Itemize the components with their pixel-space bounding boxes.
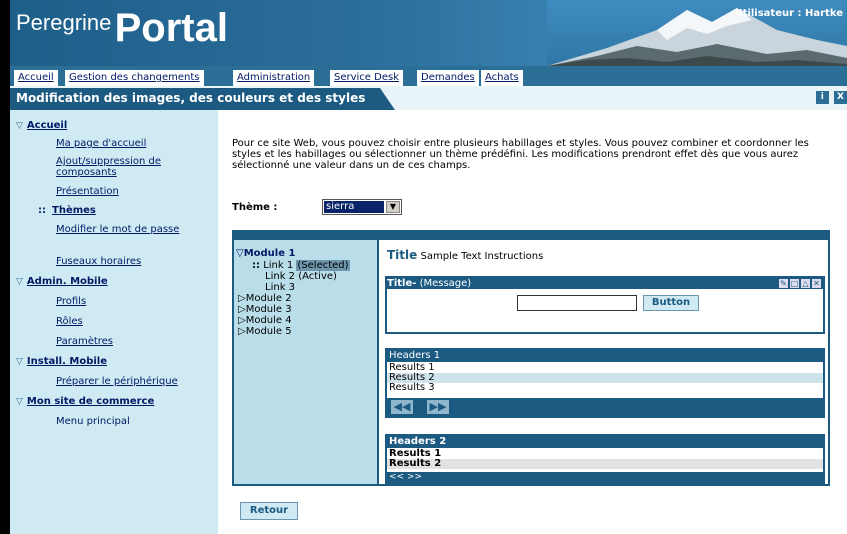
collapsed-triangle-icon: ▷: [238, 326, 246, 337]
preview-table-2: Headers 2 Results 1 Results 2 << >>: [385, 434, 825, 484]
close-icon: ✕: [812, 279, 821, 288]
logo: Peregrine Portal: [16, 6, 228, 51]
preview-link-1: :: Link 1 (Selected): [252, 260, 350, 271]
collapse-triangle-icon[interactable]: ▽: [16, 121, 23, 131]
sidebar-section-accueil[interactable]: ▽ Accueil: [16, 120, 67, 131]
table-header: Headers 2: [387, 436, 823, 448]
theme-select-value: sierra: [324, 201, 384, 213]
tab-gestion-des-changements[interactable]: Gestion des changements: [65, 70, 206, 86]
sidebar-section-install-mobile[interactable]: ▽ Install. Mobile: [16, 356, 107, 367]
sidebar-item-ma-page-accueil[interactable]: Ma page d'accueil: [56, 138, 146, 149]
preview-title: Title Sample Text Instructions: [387, 248, 544, 262]
sidebar-item-ajout-suppression[interactable]: Ajout/suppression de composants: [56, 156, 196, 178]
title-icons: i X: [814, 91, 847, 104]
sidebar-item-fuseaux-horaires[interactable]: Fuseaux horaires: [56, 256, 141, 267]
expanded-triangle-icon: ▽: [236, 248, 244, 259]
header-banner: Peregrine Portal Utilisateur : Hartke: [10, 0, 847, 66]
preview-nav: ▽Module 1 :: Link 1 (Selected) Link 2 (A…: [234, 240, 377, 484]
close-icon[interactable]: X: [834, 91, 847, 104]
tab-accueil[interactable]: Accueil: [14, 70, 60, 86]
chevron-down-icon[interactable]: ▼: [386, 201, 400, 213]
sidebar-item-profils[interactable]: Profils: [56, 296, 86, 307]
collapse-triangle-icon[interactable]: ▽: [16, 357, 23, 367]
table-nav: << >>: [387, 472, 823, 482]
tab-achats[interactable]: Achats: [481, 70, 525, 86]
sidebar-item-modifier-mot-de-passe[interactable]: Modifier le mot de passe: [56, 224, 196, 235]
table-row: Results 2: [387, 459, 823, 469]
preview-subtitle: Sample Text Instructions: [420, 251, 544, 262]
collapsed-triangle-icon: ▷: [238, 293, 246, 304]
preview-button: Button: [643, 295, 699, 311]
window-icons: ✎ □ △ ✕: [777, 278, 821, 289]
preview-message-bar: Title- (Message) ✎ □ △ ✕: [387, 278, 823, 289]
theme-preview: ▽Module 1 :: Link 1 (Selected) Link 2 (A…: [232, 230, 830, 486]
preview-link-3: Link 3: [265, 282, 296, 293]
collapse-triangle-icon[interactable]: ▽: [16, 277, 23, 287]
table-row: Results 2: [387, 373, 823, 383]
tab-bar: Accueil Gestion des changements Administ…: [10, 66, 847, 86]
preview-module-5: ▷Module 5: [238, 326, 292, 337]
sidebar-item-preparer-peripherique[interactable]: Préparer le périphérique: [56, 376, 178, 387]
intro-text: Pour ce site Web, vous pouvez choisir en…: [232, 138, 809, 171]
tab-service-desk[interactable]: Service Desk: [330, 70, 405, 86]
preview-module-1: ▽Module 1: [236, 248, 296, 259]
previous-page-icon: ◀◀: [391, 400, 413, 414]
table-header: Headers 1: [387, 350, 823, 362]
user-label: Utilisateur : Hartke: [734, 8, 843, 19]
portal-window: Peregrine Portal Utilisateur : Hartke Ac…: [10, 0, 847, 534]
selected-badge: (Selected): [296, 260, 350, 271]
theme-label: Thème :: [232, 202, 278, 213]
theme-select[interactable]: sierra ▼: [322, 199, 402, 215]
preview-table-1: Headers 1 Results 1 Results 2 Results 3 …: [385, 348, 825, 418]
collapsed-triangle-icon: ▷: [238, 315, 246, 326]
next-page-icon: ▶▶: [427, 400, 449, 414]
logo-big-text: Portal: [114, 6, 228, 50]
preview-module-3: ▷Module 3: [238, 304, 292, 315]
preview-module-4: ▷Module 4: [238, 315, 292, 326]
preview-message-box: Title- (Message) ✎ □ △ ✕ Button: [385, 276, 825, 334]
page-title: Modification des images, des couleurs et…: [16, 91, 366, 105]
tab-demandes[interactable]: Demandes: [417, 70, 481, 86]
sidebar: ▽ Accueil Ma page d'accueil Ajout/suppres…: [10, 110, 218, 534]
sidebar-section-mon-site-de-commerce[interactable]: ▽ Mon site de commerce: [16, 396, 154, 407]
sidebar-item-parametres[interactable]: Paramètres: [56, 336, 113, 347]
retour-button[interactable]: Retour: [240, 502, 298, 520]
sidebar-section-admin-mobile[interactable]: ▽ Admin. Mobile: [16, 276, 108, 287]
main-content: Pour ce site Web, vous pouvez choisir en…: [218, 110, 847, 534]
page-title-bar: Modification des images, des couleurs et…: [10, 86, 847, 110]
table-nav: ◀◀ ▶▶: [387, 398, 823, 416]
collapsed-triangle-icon: ▷: [238, 304, 246, 315]
minimize-icon: △: [801, 279, 810, 288]
preview-link-2: Link 2 (Active): [265, 271, 337, 282]
collapse-triangle-icon[interactable]: ▽: [16, 397, 23, 407]
info-icon[interactable]: i: [815, 91, 829, 104]
edit-icon: ✎: [779, 279, 788, 288]
sidebar-item-presentation[interactable]: Présentation: [56, 186, 119, 197]
tab-administration[interactable]: Administration: [233, 70, 317, 86]
sidebar-item-themes[interactable]: :: Thèmes: [38, 205, 96, 216]
current-item-bullet-icon: ::: [38, 205, 46, 216]
table-row: Results 1: [387, 449, 823, 459]
sidebar-item-menu-principal[interactable]: Menu principal: [56, 416, 130, 427]
bullet-icon: ::: [252, 260, 260, 271]
logo-small-text: Peregrine: [16, 10, 112, 35]
preview-module-2: ▷Module 2: [238, 293, 292, 304]
sidebar-item-roles[interactable]: Rôles: [56, 316, 83, 327]
preview-content: Title Sample Text Instructions Title- (M…: [379, 240, 828, 484]
maximize-icon: □: [790, 279, 799, 288]
table-row: Results 3: [387, 383, 823, 393]
table-row: Results 1: [387, 363, 823, 373]
preview-text-input: [517, 295, 637, 311]
